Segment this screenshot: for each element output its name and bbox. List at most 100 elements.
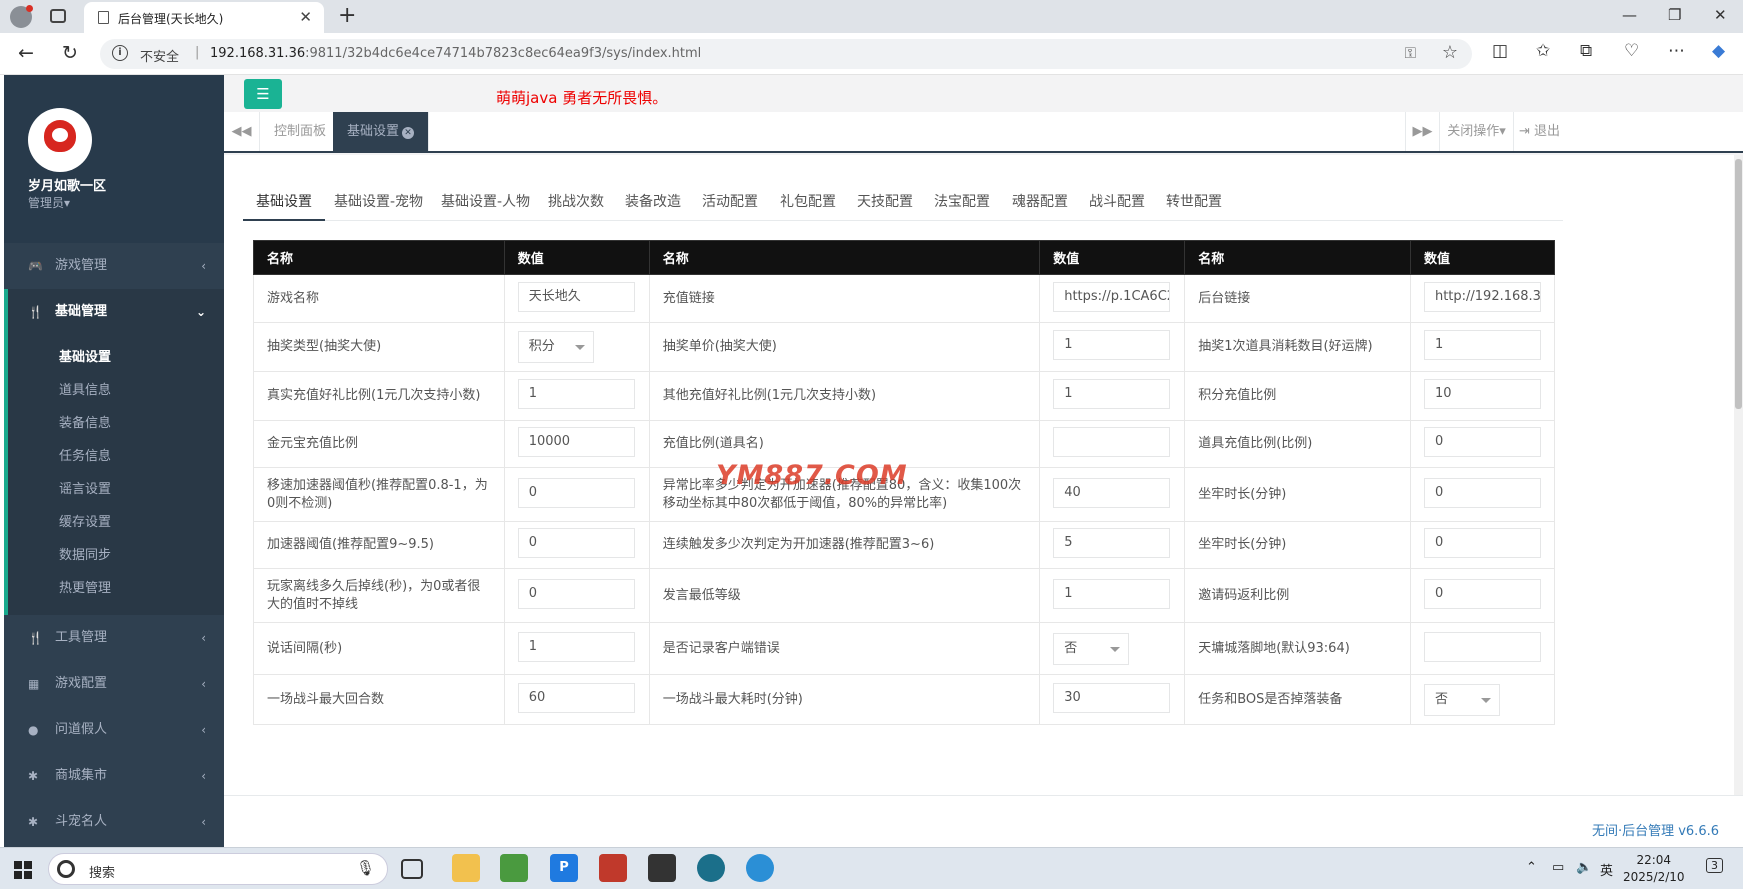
menu-toggle-button[interactable]: ☰ <box>244 79 282 109</box>
sidebar-item-game-config[interactable]: ▦ 游戏配置 ‹ <box>4 661 224 707</box>
windows-start-icon[interactable] <box>14 861 32 879</box>
terminal-icon[interactable] <box>648 854 676 882</box>
tabs-scroll-left-icon[interactable]: ◀◀ <box>224 112 260 151</box>
setting-input[interactable]: 0 <box>517 578 635 609</box>
network-icon[interactable]: ▭ <box>1552 860 1564 875</box>
setting-input[interactable]: 10 <box>1423 379 1541 409</box>
taskbar-search-input[interactable]: 搜索 🎙 <box>48 853 388 885</box>
sidebar-item-tools[interactable]: 🍴 工具管理 ‹ <box>4 615 224 661</box>
subtab-activity[interactable]: 活动配置 <box>689 183 771 221</box>
tray-chevron-icon[interactable]: ⌃ <box>1526 860 1537 875</box>
setting-select[interactable]: 否 <box>1053 632 1130 665</box>
setting-input[interactable]: 1 <box>1053 379 1171 409</box>
java-app-icon[interactable] <box>697 854 725 882</box>
setting-input[interactable]: 10000 <box>517 427 635 457</box>
setting-input[interactable]: 60 <box>517 682 635 713</box>
sidebar-item-market[interactable]: ✱ 商城集市 ‹ <box>4 753 224 799</box>
microphone-icon[interactable]: 🎙 <box>356 859 375 877</box>
subtab-treasure[interactable]: 法宝配置 <box>921 183 1003 221</box>
url-input[interactable]: i 不安全 | 192.168.31.36:9811/32b4dc6e4ce74… <box>100 39 1472 69</box>
setting-input[interactable] <box>1423 631 1541 662</box>
setting-input[interactable]: 0 <box>517 528 635 558</box>
split-screen-icon[interactable]: ◫ <box>1492 41 1508 61</box>
setting-input[interactable]: 天长地久 <box>517 281 635 312</box>
submenu-task-info[interactable]: 任务信息 <box>8 440 224 473</box>
minimize-icon[interactable]: — <box>1622 6 1637 24</box>
sidebar-item-game-manage[interactable]: 🎮 游戏管理 ‹ <box>4 243 224 289</box>
taskbar-clock[interactable]: 22:04 2025/2/10 <box>1623 852 1685 886</box>
submenu-item-info[interactable]: 道具信息 <box>8 374 224 407</box>
tab-dashboard[interactable]: 控制面板 <box>260 112 342 151</box>
notepad-app-icon[interactable] <box>500 854 528 882</box>
task-view-icon[interactable] <box>401 859 423 879</box>
setting-input[interactable]: 1 <box>1053 578 1171 609</box>
favorites-icon[interactable]: ✩ <box>1536 41 1550 61</box>
collections-icon[interactable]: ⧉ <box>1580 41 1592 61</box>
p-app-icon[interactable]: P <box>550 854 578 882</box>
setting-select[interactable]: 积分 <box>517 331 594 363</box>
back-icon[interactable]: ← <box>18 42 34 64</box>
subtab-battle[interactable]: 战斗配置 <box>1076 183 1158 221</box>
subtab-challenges[interactable]: 挑战次数 <box>535 183 617 221</box>
logout-button[interactable]: ⇥ 退出 <box>1513 112 1565 151</box>
submenu-equip-info[interactable]: 装备信息 <box>8 407 224 440</box>
setting-input[interactable]: 40 <box>1053 477 1171 508</box>
new-tab-icon[interactable]: + <box>338 3 356 28</box>
setting-input[interactable]: 0 <box>1423 528 1541 558</box>
ime-indicator[interactable]: 英 <box>1600 860 1613 879</box>
setting-input[interactable]: 1 <box>1423 330 1541 360</box>
maximize-icon[interactable]: ❐ <box>1668 6 1681 24</box>
setting-input[interactable]: 0 <box>1423 427 1541 457</box>
setting-input[interactable]: 5 <box>1053 528 1171 558</box>
close-window-icon[interactable]: ✕ <box>1714 6 1727 24</box>
subtab-rebirth[interactable]: 转世配置 <box>1153 183 1235 221</box>
favorite-star-icon[interactable]: ☆ <box>1442 42 1458 63</box>
game-app-icon[interactable] <box>599 854 627 882</box>
close-tab-icon[interactable]: ✕ <box>402 127 415 139</box>
tab-basic-settings[interactable]: 基础设置 ✕ <box>333 112 430 151</box>
setting-select[interactable]: 否 <box>1423 683 1500 716</box>
notification-badge[interactable]: 3 <box>1706 858 1723 873</box>
submenu-hotfix[interactable]: 热更管理 <box>8 572 224 605</box>
close-operations-dropdown[interactable]: 关闭操作▾ <box>1439 112 1513 151</box>
setting-input[interactable]: 1 <box>517 631 635 662</box>
subtab-skill[interactable]: 天技配置 <box>844 183 926 221</box>
performance-icon[interactable]: ♡ <box>1624 41 1639 61</box>
setting-input[interactable]: 1 <box>1053 330 1171 360</box>
scrollbar[interactable] <box>1734 155 1743 795</box>
sidebar-item-basic-manage[interactable]: 🍴 基础管理 ⌄ <box>4 289 224 335</box>
setting-input[interactable]: 0 <box>1423 477 1541 508</box>
copilot-icon[interactable]: ◆ <box>1712 41 1725 61</box>
submenu-cache-settings[interactable]: 缓存设置 <box>8 506 224 539</box>
subtab-equip-mod[interactable]: 装备改造 <box>612 183 694 221</box>
subtab-basic[interactable]: 基础设置 <box>243 183 325 221</box>
user-name[interactable]: 岁月如歌一区 <box>28 175 106 194</box>
more-icon[interactable]: ⋯ <box>1668 41 1685 61</box>
setting-input[interactable] <box>1053 427 1171 457</box>
file-explorer-icon[interactable] <box>452 854 480 882</box>
user-role-dropdown[interactable]: 管理员▾ <box>28 194 70 211</box>
subtab-gift[interactable]: 礼包配置 <box>767 183 849 221</box>
setting-input[interactable]: 0 <box>517 477 635 508</box>
edge-browser-icon[interactable] <box>746 854 774 882</box>
refresh-icon[interactable]: ↻ <box>62 42 78 64</box>
tabs-scroll-right-icon[interactable]: ▶▶ <box>1405 112 1439 151</box>
setting-input[interactable]: 0 <box>1423 578 1541 609</box>
browser-tab-active[interactable]: 后台管理(天长地久) ✕ <box>84 2 324 33</box>
setting-input[interactable]: 1 <box>517 379 635 409</box>
submenu-basic-settings[interactable]: 基础设置 <box>8 341 224 374</box>
setting-input[interactable]: http://192.168.31 <box>1423 281 1541 312</box>
setting-input[interactable]: 30 <box>1053 682 1171 713</box>
scrollbar-thumb[interactable] <box>1735 159 1742 409</box>
sidebar-item-fake-players[interactable]: ● 问道假人 ‹ <box>4 707 224 753</box>
subtab-pet[interactable]: 基础设置-宠物 <box>321 183 436 221</box>
volume-icon[interactable]: 🔈 <box>1576 860 1592 875</box>
subtab-soul[interactable]: 魂器配置 <box>999 183 1081 221</box>
key-icon[interactable]: ⚿ <box>1405 44 1416 62</box>
avatar[interactable] <box>28 108 92 172</box>
version-link[interactable]: 无间·后台管理 v6.6.6 <box>1592 820 1719 839</box>
subtab-character[interactable]: 基础设置-人物 <box>428 183 543 221</box>
info-icon[interactable]: i <box>112 45 128 61</box>
profile-avatar-icon[interactable] <box>10 5 33 28</box>
close-tab-icon[interactable]: ✕ <box>299 8 312 26</box>
